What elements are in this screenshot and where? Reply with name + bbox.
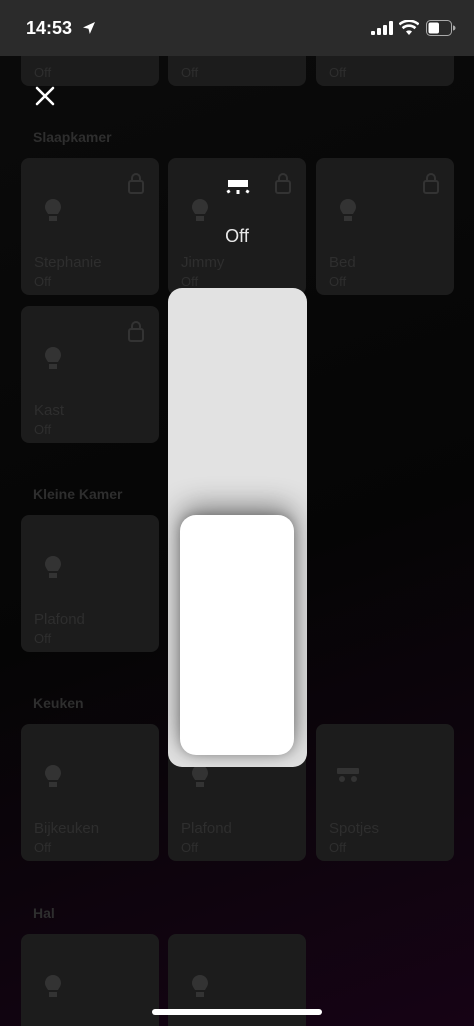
battery-icon: [426, 20, 456, 36]
light-state-label: Off: [225, 226, 249, 246]
tile-state: Off: [329, 65, 347, 80]
location-arrow-icon: [83, 22, 95, 34]
section-title-keuken: Keuken: [33, 695, 84, 711]
tile-bijkeuken: Bijkeuken Off: [21, 724, 159, 861]
section-title-kleine-kamer: Kleine Kamer: [33, 486, 123, 502]
tile-kast: Kast Off: [21, 306, 159, 443]
lock-icon: [275, 173, 291, 194]
ceiling-light-icon: [226, 180, 250, 194]
tile-name: Kast: [34, 402, 65, 419]
brightness-slider-handle[interactable]: [180, 515, 294, 755]
home-indicator[interactable]: [152, 1009, 322, 1015]
tile-state: Off: [329, 840, 347, 855]
bulb-icon: [45, 199, 61, 221]
bulb-icon: [45, 975, 61, 997]
tile-state: Off: [181, 274, 199, 289]
tile-state: Off: [34, 840, 52, 855]
brightness-slider[interactable]: [168, 288, 307, 767]
tile-name: Bed: [329, 254, 356, 271]
lock-icon: [128, 173, 144, 194]
tile-name: Bijkeuken: [34, 820, 100, 837]
lock-icon: [128, 321, 144, 342]
tile-spotjes: Spotjes Off: [316, 724, 454, 861]
bulb-icon: [45, 765, 61, 787]
tile-state: Off: [34, 631, 52, 646]
bulb-icon: [45, 347, 61, 369]
tile-state: Off: [329, 274, 347, 289]
cellular-signal-icon: [371, 21, 393, 35]
section-title-hal: Hal: [33, 905, 55, 921]
bulb-icon: [45, 556, 61, 578]
tile-name: Spotjes: [329, 820, 380, 837]
status-bar: 14:53: [0, 0, 474, 56]
bulb-icon: [192, 199, 208, 221]
lock-icon: [423, 173, 439, 194]
tile-state: Off: [181, 840, 199, 855]
tile-name: Plafond: [34, 611, 85, 628]
tile-state: Off: [34, 65, 52, 80]
wifi-icon: [399, 20, 419, 35]
tile-name: Stephanie: [34, 254, 102, 271]
spot-icon: [337, 768, 359, 782]
tile-state: Off: [34, 422, 52, 437]
tile-plafond-kleine-kamer: Plafond Off: [21, 515, 159, 652]
bulb-icon: [340, 199, 356, 221]
tile-name: Jimmy: [181, 254, 225, 271]
tile-state: Off: [34, 274, 52, 289]
status-time: 14:53: [26, 18, 73, 38]
close-icon[interactable]: [34, 85, 56, 107]
section-title-slaapkamer: Slaapkamer: [33, 129, 112, 145]
tile-hal-1: [21, 934, 159, 1026]
tile-state: Off: [181, 65, 199, 80]
tile-name: Plafond: [181, 820, 232, 837]
bulb-icon: [192, 975, 208, 997]
